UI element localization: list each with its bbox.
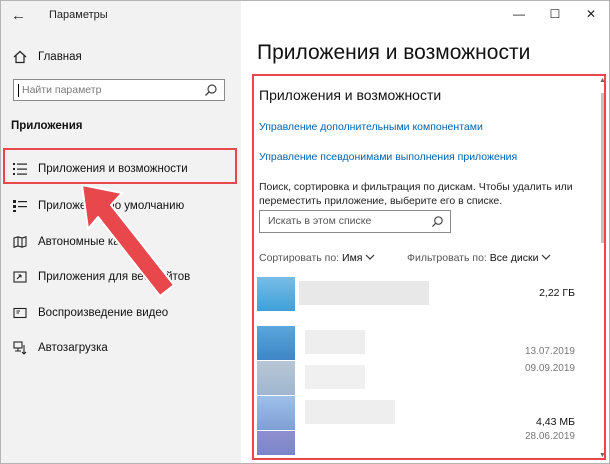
section-title: Приложения: [11, 120, 83, 132]
pointer-arrow-icon: [81, 184, 175, 297]
offline-maps-icon: [11, 234, 29, 250]
startup-icon: [11, 340, 29, 356]
close-button[interactable]: ✕: [581, 5, 601, 23]
search-icon[interactable]: [204, 83, 218, 97]
main-content: — ☐ ✕ Приложения и возможности Приложени…: [241, 1, 609, 463]
video-playback-icon: [11, 305, 29, 321]
settings-search-input[interactable]: Найти параметр: [13, 79, 225, 101]
page-title: Приложения и возможности: [257, 41, 531, 64]
settings-window: ← Параметры Главная Найти параметр Прило…: [0, 0, 610, 464]
text-caret: [18, 84, 19, 97]
sidebar-item-home[interactable]: Главная: [11, 47, 231, 67]
sidebar-item-startup[interactable]: Автозагрузка: [11, 337, 231, 359]
sidebar-item-label: Воспроизведение видео: [38, 307, 169, 319]
highlight-frame: [252, 74, 606, 460]
back-button[interactable]: ←: [11, 7, 31, 25]
sidebar-item-label: Автозагрузка: [38, 342, 108, 354]
search-placeholder: Найти параметр: [22, 84, 102, 96]
apps-for-websites-icon: [11, 269, 29, 285]
default-apps-icon: [11, 198, 29, 214]
title-bar: ← Параметры: [1, 1, 241, 31]
home-icon: [11, 49, 29, 65]
minimize-button[interactable]: —: [509, 5, 529, 23]
sidebar-item-label: Главная: [38, 51, 82, 63]
maximize-button[interactable]: ☐: [545, 5, 565, 23]
sidebar-item-video-playback[interactable]: Воспроизведение видео: [11, 302, 231, 324]
window-title: Параметры: [49, 9, 108, 21]
